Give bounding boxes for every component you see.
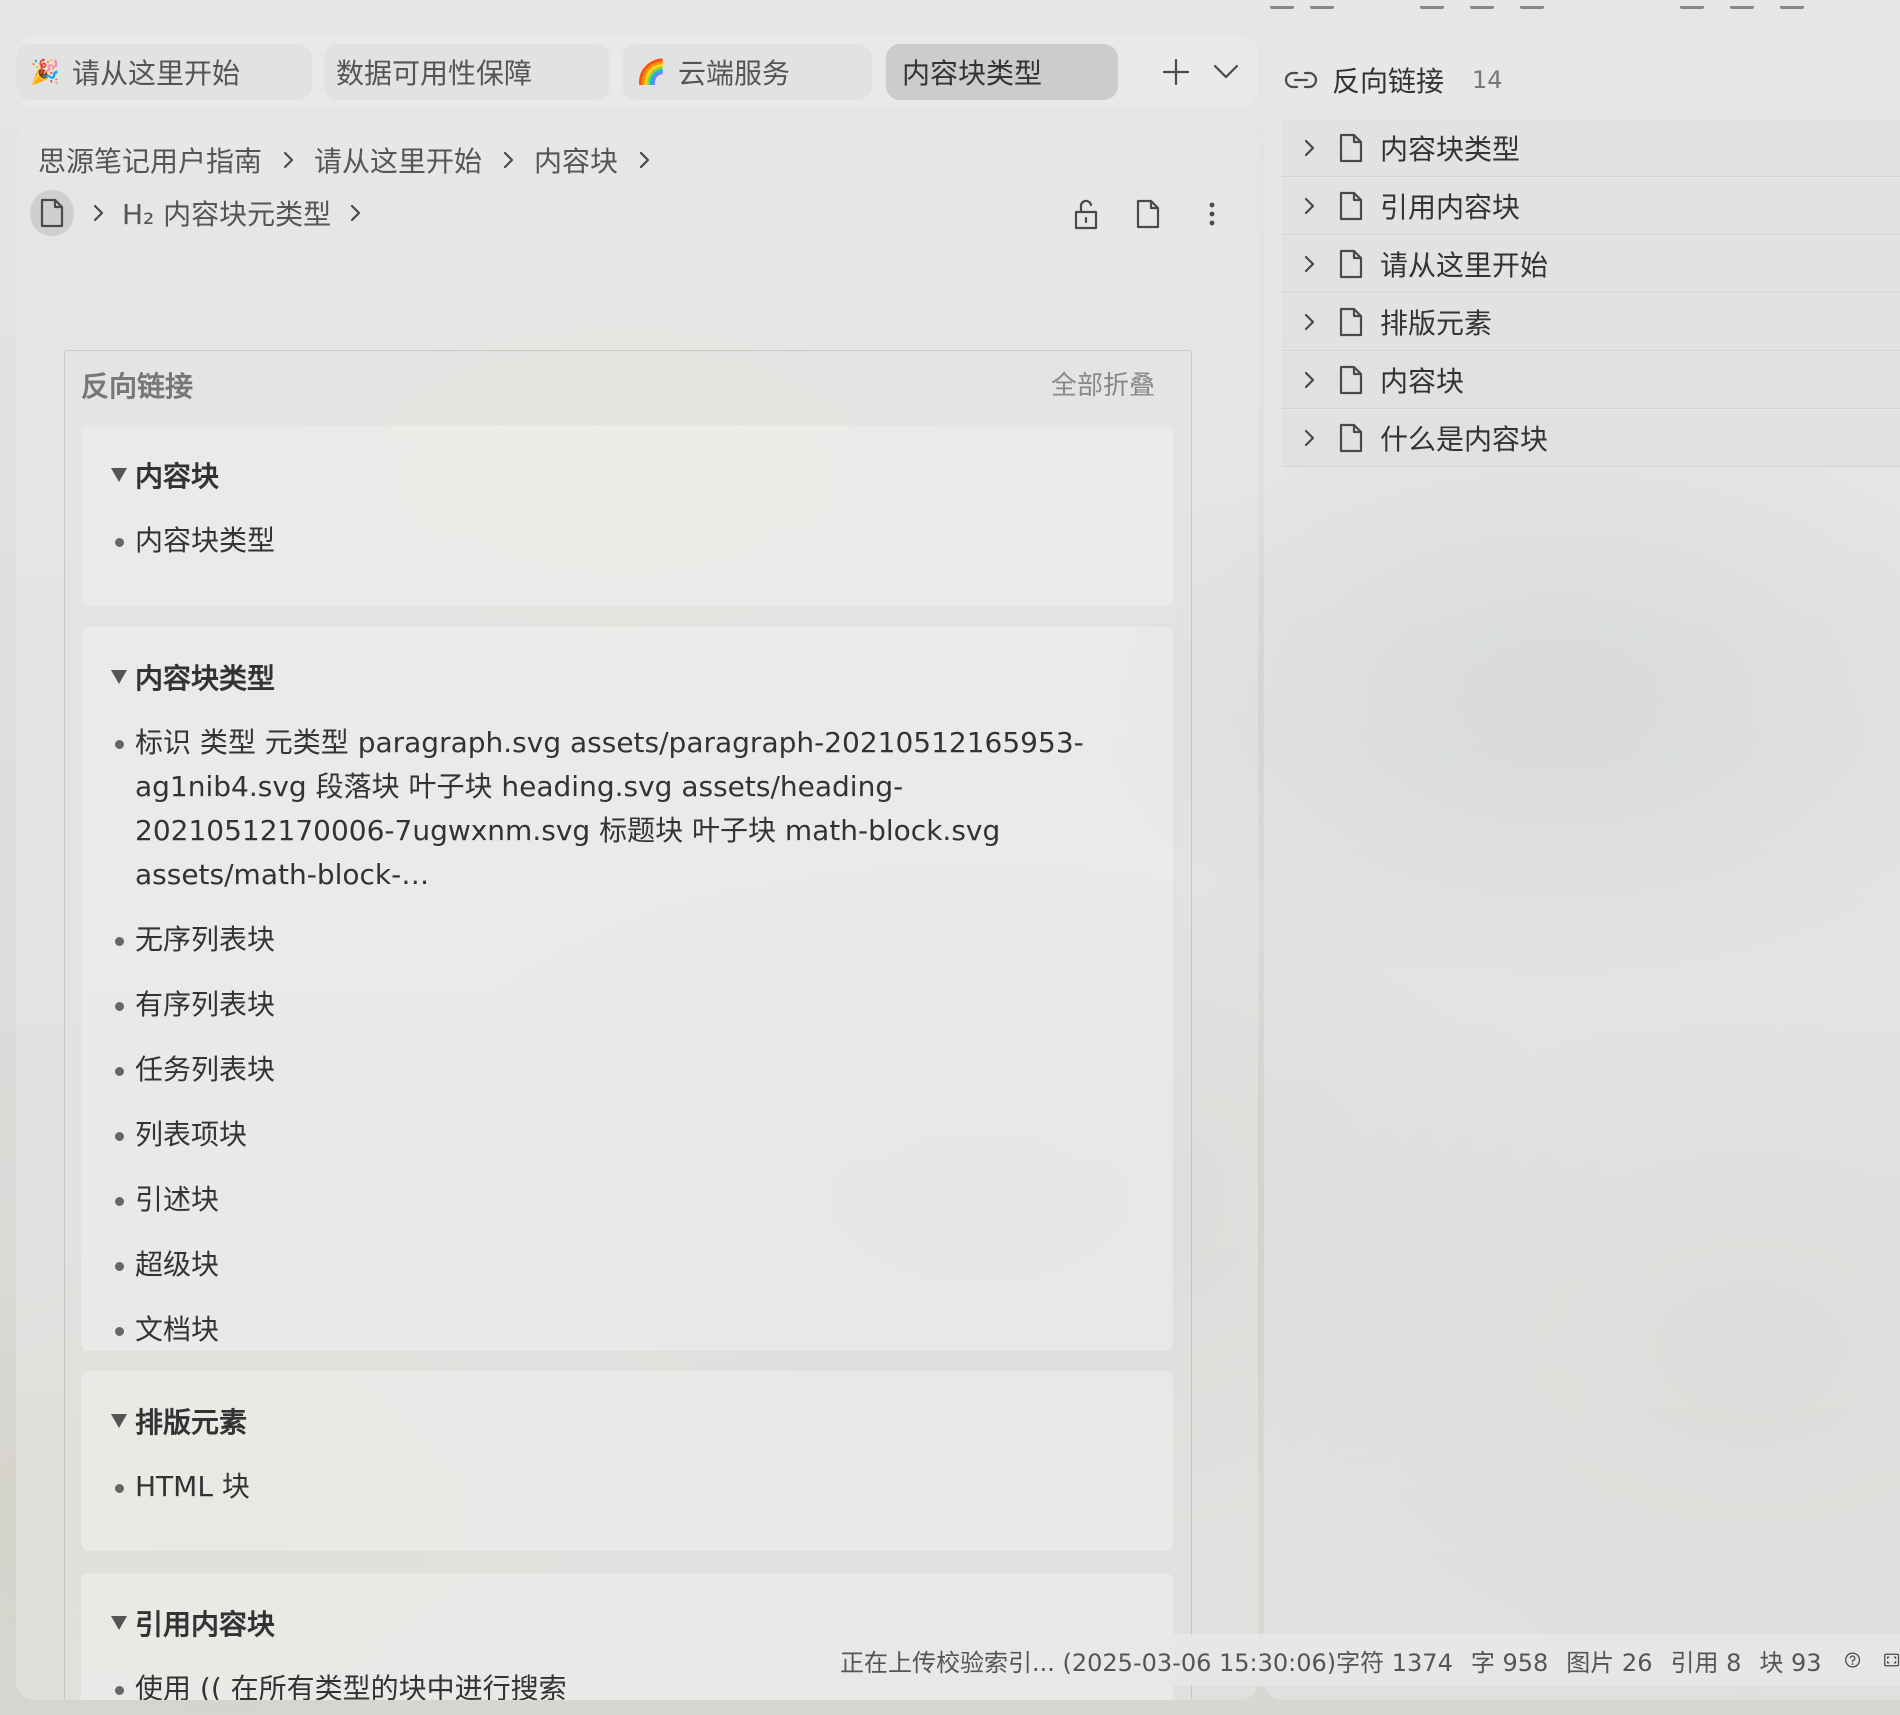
chevron-right-icon[interactable] <box>1298 253 1320 275</box>
backlink-tree-item[interactable]: 引用内容块 <box>1282 178 1900 235</box>
file-icon <box>1339 307 1363 337</box>
list-item[interactable]: 文档块 <box>115 1308 1115 1352</box>
list-item[interactable]: 标识 类型 元类型 paragraph.svg assets/paragraph… <box>115 721 1115 897</box>
dock-panel-header: 反向链接 14 <box>1284 58 1503 102</box>
list-item[interactable]: 有序列表块 <box>115 983 1115 1027</box>
file-icon <box>1339 249 1363 279</box>
file-icon <box>1339 191 1363 221</box>
chevron-right-icon <box>93 204 104 222</box>
dock-panel-title: 反向链接 <box>1332 65 1445 98</box>
link-icon <box>1284 71 1318 89</box>
status-bar: 正在上传校验索引... (2025-03-06 15:30:06) 字符 137… <box>820 1634 1900 1686</box>
chevron-down-icon <box>1213 64 1239 79</box>
backlinks-section: 反向链接 全部折叠 内容块 内容块类型 内容块类型 标识 类型 元类型 para… <box>64 350 1192 1700</box>
list-item[interactable]: 引述块 <box>115 1178 1115 1222</box>
more-vertical-icon <box>1209 202 1215 226</box>
word-count: 字 958 <box>1470 1648 1549 1677</box>
unlock-icon <box>1074 199 1098 230</box>
backlink-tree-item[interactable]: 内容块 <box>1282 352 1900 409</box>
backlink-group: 内容块类型 标识 类型 元类型 paragraph.svg assets/par… <box>81 627 1173 1351</box>
breadcrumb: 思源笔记用户指南 请从这里开始 内容块 <box>38 138 670 182</box>
backlink-group-title[interactable]: 引用内容块 <box>111 1603 275 1643</box>
backlink-group-title[interactable]: 内容块 <box>111 455 219 495</box>
chevron-right-icon[interactable] <box>1298 195 1320 217</box>
backlink-tree-item[interactable]: 内容块类型 <box>1282 120 1900 177</box>
tab-label: 云端服务 <box>678 57 791 90</box>
backlink-group-title[interactable]: 内容块类型 <box>111 657 275 697</box>
chevron-right-icon <box>351 204 361 222</box>
more-button[interactable] <box>1190 192 1234 236</box>
collapse-all-button[interactable]: 全部折叠 <box>1051 365 1155 402</box>
status-message: 正在上传校验索引... (2025-03-06 15:30:06) <box>840 1648 1337 1677</box>
char-count: 字符 1374 <box>1336 1648 1453 1677</box>
collapse-triangle-icon[interactable] <box>111 468 127 482</box>
tab-start-here[interactable]: 🎉 请从这里开始 <box>16 44 312 100</box>
breadcrumb-item[interactable]: 内容块 <box>534 140 618 180</box>
breadcrumb-item[interactable]: 请从这里开始 <box>314 140 482 180</box>
editor-panel: 思源笔记用户指南 请从这里开始 内容块 H₂ 内容块元类型 反向链接 全部折叠 … <box>16 124 1258 1700</box>
breadcrumb-item[interactable]: 思源笔记用户指南 <box>38 140 262 180</box>
doc-breadcrumb-button[interactable] <box>30 190 74 236</box>
tab-label: 数据可用性保障 <box>336 57 533 90</box>
tab-data-availability[interactable]: 数据可用性保障 <box>324 44 610 100</box>
list-item[interactable]: 任务列表块 <box>115 1048 1115 1092</box>
file-icon <box>1339 133 1363 163</box>
file-icon <box>1136 199 1160 229</box>
block-count: 块 93 <box>1759 1648 1822 1677</box>
add-tab-button[interactable] <box>1156 52 1196 92</box>
backlink-group: 排版元素 HTML 块 <box>81 1371 1173 1551</box>
file-icon <box>40 198 64 228</box>
backlink-count: 14 <box>1472 66 1503 94</box>
block-breadcrumb: H₂ 内容块元类型 <box>30 190 379 236</box>
chevron-right-icon <box>503 151 514 169</box>
collapse-triangle-icon[interactable] <box>111 1414 127 1428</box>
heading-breadcrumb-item[interactable]: H₂ 内容块元类型 <box>122 193 331 233</box>
chevron-right-icon[interactable] <box>1298 311 1320 333</box>
image-count: 图片 26 <box>1566 1648 1653 1677</box>
backlinks-dock-panel: 反向链接 14 内容块类型 引用内容块 请从这里开始 排版元素 内容块 什么是内… <box>1264 36 1900 1700</box>
ref-count: 引用 8 <box>1670 1648 1742 1677</box>
tab-label: 请从这里开始 <box>72 57 241 90</box>
chevron-right-icon <box>283 151 294 169</box>
party-emoji-icon: 🎉 <box>30 58 60 86</box>
collapse-triangle-icon[interactable] <box>111 1616 127 1630</box>
chevron-right-icon[interactable] <box>1298 137 1320 159</box>
tab-bar: 🎉 请从这里开始 数据可用性保障 🌈 云端服务 内容块类型 <box>16 36 1258 108</box>
chevron-right-icon[interactable] <box>1298 369 1320 391</box>
plus-icon <box>1162 58 1190 86</box>
list-item[interactable]: 超级块 <box>115 1243 1115 1287</box>
backlink-tree-item[interactable]: 排版元素 <box>1282 294 1900 351</box>
chevron-right-icon <box>639 151 650 169</box>
list-item[interactable]: 列表项块 <box>115 1113 1115 1157</box>
window-top-strip <box>1270 0 1900 10</box>
chevron-right-icon[interactable] <box>1298 427 1320 449</box>
doc-info-button[interactable] <box>1126 192 1170 236</box>
list-item[interactable]: 无序列表块 <box>115 918 1115 962</box>
tab-content-block-types[interactable]: 内容块类型 <box>886 44 1118 100</box>
backlink-tree-item[interactable]: 请从这里开始 <box>1282 236 1900 293</box>
tab-list-button[interactable] <box>1206 52 1246 92</box>
collapse-triangle-icon[interactable] <box>111 670 127 684</box>
file-icon <box>1339 423 1363 453</box>
backlink-group: 内容块 内容块类型 <box>81 425 1173 607</box>
layout-icon[interactable] <box>1883 1645 1900 1675</box>
help-icon[interactable] <box>1844 1645 1861 1675</box>
tab-label: 内容块类型 <box>902 57 1043 90</box>
file-icon <box>1339 365 1363 395</box>
readonly-toggle-button[interactable] <box>1064 192 1108 236</box>
list-item[interactable]: 内容块类型 <box>115 519 275 563</box>
backlinks-title: 反向链接 <box>81 370 194 403</box>
list-item[interactable]: HTML 块 <box>115 1465 250 1509</box>
rainbow-emoji-icon: 🌈 <box>636 58 666 86</box>
backlink-group-title[interactable]: 排版元素 <box>111 1401 247 1441</box>
list-item[interactable]: 使用 (( 在所有类型的块中进行搜索 <box>115 1667 567 1700</box>
tab-cloud-service[interactable]: 🌈 云端服务 <box>622 44 872 100</box>
backlink-tree-item[interactable]: 什么是内容块 <box>1282 410 1900 467</box>
